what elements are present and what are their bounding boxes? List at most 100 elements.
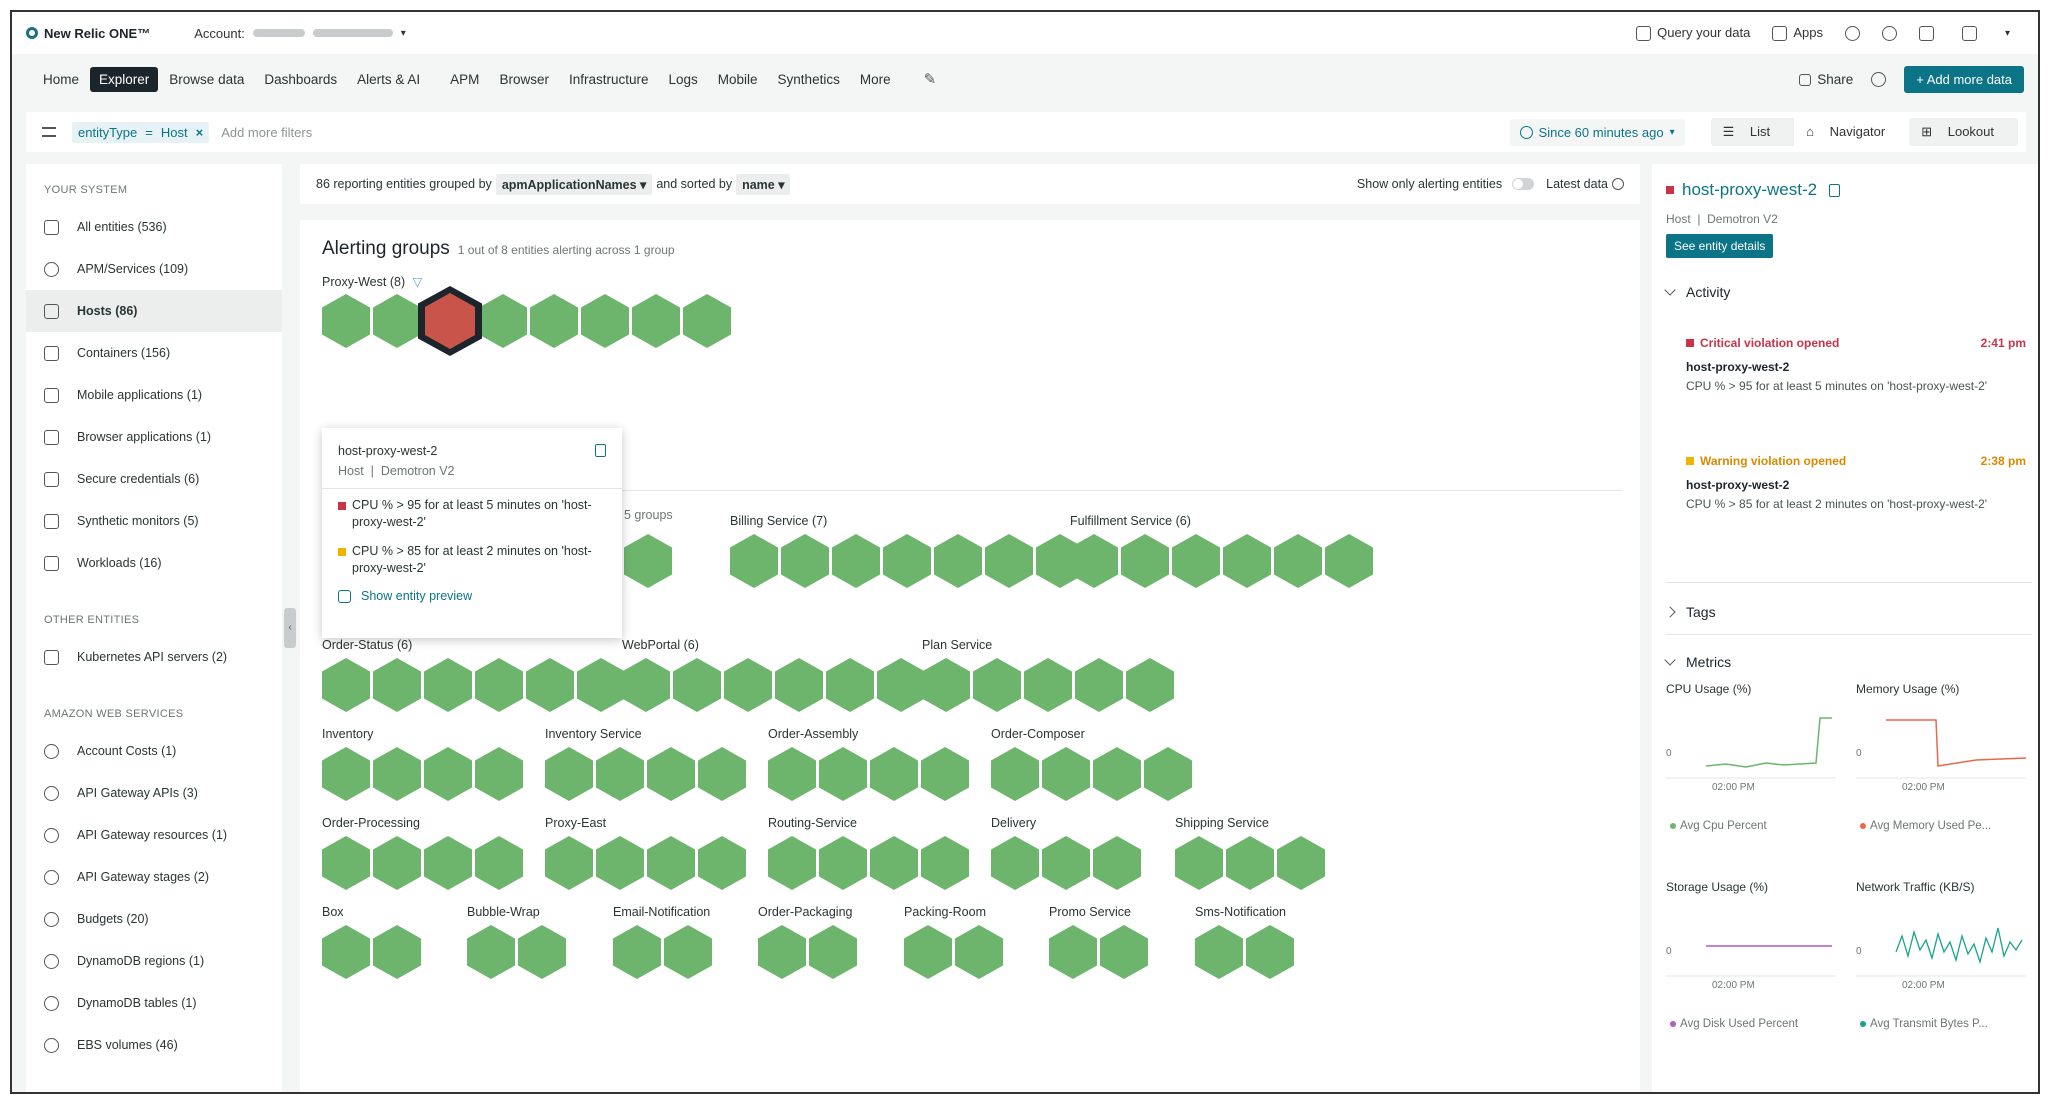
- group-label-proxy-east[interactable]: Proxy-East: [545, 816, 606, 830]
- entity-hex[interactable]: [467, 925, 515, 979]
- sidebar-item-api-gateway-apis[interactable]: API Gateway APIs (3): [26, 772, 282, 814]
- group-label-order-processing[interactable]: Order-Processing: [322, 816, 420, 830]
- view-list-button[interactable]: ☰ List: [1711, 118, 1795, 146]
- add-filter-input[interactable]: Add more filters: [221, 125, 312, 140]
- entity-hex[interactable]: [647, 747, 695, 801]
- entity-hex[interactable]: [883, 534, 931, 588]
- group-label-packing-room[interactable]: Packing-Room: [904, 905, 986, 919]
- entity-hex[interactable]: [647, 836, 695, 890]
- time-picker[interactable]: Since 60 minutes ago ▾: [1509, 118, 1685, 146]
- sidebar-item-all-entities[interactable]: All entities (536): [26, 206, 282, 248]
- alerting-toggle[interactable]: [1512, 178, 1535, 190]
- entity-hex[interactable]: [424, 747, 472, 801]
- entity-hex[interactable]: [1172, 534, 1220, 588]
- entity-hex[interactable]: [819, 836, 867, 890]
- entity-hex[interactable]: [373, 658, 421, 712]
- sidebar-item-mobile-applications[interactable]: Mobile applications (1): [26, 374, 282, 416]
- entity-hex[interactable]: [921, 747, 969, 801]
- nav-item-infrastructure[interactable]: Infrastructure: [560, 67, 658, 92]
- nav-item-mobile[interactable]: Mobile: [709, 67, 767, 92]
- sidebar-item-hosts[interactable]: Hosts (86): [26, 290, 282, 332]
- entity-hex[interactable]: [1075, 658, 1123, 712]
- entity-hex[interactable]: [904, 925, 952, 979]
- activity-item-warning[interactable]: Warning violation opened 2:38 pm host-pro…: [1686, 454, 2026, 513]
- sidebar-item-apm-services[interactable]: APM/Services (109): [26, 248, 282, 290]
- sidebar-item-synthetic-monitors[interactable]: Synthetic monitors (5): [26, 500, 282, 542]
- entity-hex[interactable]: [475, 658, 523, 712]
- entity-hex[interactable]: [870, 747, 918, 801]
- entity-hex[interactable]: [768, 836, 816, 890]
- sidebar-item-ebs-volumes[interactable]: EBS volumes (46): [26, 1024, 282, 1066]
- entity-hex[interactable]: [530, 294, 578, 348]
- entity-hex[interactable]: [1144, 747, 1192, 801]
- entity-hex[interactable]: [1093, 747, 1141, 801]
- sort-by-select[interactable]: name ▾: [736, 173, 791, 195]
- group-label-inventory-service[interactable]: Inventory Service: [545, 727, 642, 741]
- new-relic-logo[interactable]: New Relic ONE™: [26, 26, 150, 41]
- sidebar-item-browser-applications[interactable]: Browser applications (1): [26, 416, 282, 458]
- sidebar-item-dynamodb-regions[interactable]: DynamoDB regions (1): [26, 940, 282, 982]
- nav-item-home[interactable]: Home: [34, 67, 88, 92]
- group-label-order-composer[interactable]: Order-Composer: [991, 727, 1085, 741]
- entity-hex[interactable]: [322, 925, 370, 979]
- help-icon[interactable]: [1612, 178, 1624, 190]
- entity-hex[interactable]: [373, 747, 421, 801]
- entity-hex[interactable]: [870, 836, 918, 890]
- sidebar-item-kubernetes-api-servers[interactable]: Kubernetes API servers (2): [26, 636, 282, 678]
- group-label-bubble-wrap[interactable]: Bubble-Wrap: [467, 905, 540, 919]
- entity-hex[interactable]: [545, 747, 593, 801]
- entity-hex[interactable]: [1195, 925, 1243, 979]
- nav-item-alerts-ai[interactable]: Alerts & AI: [348, 67, 429, 92]
- entity-hex[interactable]: [322, 747, 370, 801]
- entity-hex[interactable]: [758, 925, 806, 979]
- group-label-routing-service[interactable]: Routing-Service: [768, 816, 857, 830]
- entity-hex[interactable]: [1274, 534, 1322, 588]
- entity-hex[interactable]: [622, 658, 670, 712]
- entity-hex[interactable]: [781, 534, 829, 588]
- entity-hex[interactable]: [664, 925, 712, 979]
- entity-hex[interactable]: [826, 658, 874, 712]
- sidebar-item-account-costs[interactable]: Account Costs (1): [26, 730, 282, 772]
- nav-item-browser[interactable]: Browser: [490, 67, 558, 92]
- entity-hex[interactable]: [934, 534, 982, 588]
- entity-hex[interactable]: [991, 836, 1039, 890]
- feedback-icon[interactable]: [1918, 25, 1934, 41]
- group-label-inventory[interactable]: Inventory: [322, 727, 373, 741]
- show-entity-preview-link[interactable]: Show entity preview: [322, 577, 622, 603]
- entity-hex[interactable]: [424, 836, 472, 890]
- entity-hex[interactable]: [819, 747, 867, 801]
- nav-item-apm[interactable]: APM: [441, 67, 488, 92]
- entity-hex[interactable]: [877, 658, 925, 712]
- search-icon[interactable]: [1844, 25, 1860, 41]
- entity-hex[interactable]: [624, 534, 672, 588]
- entity-hex[interactable]: [1325, 534, 1373, 588]
- group-by-select[interactable]: apmApplicationNames ▾: [495, 173, 653, 195]
- entity-hex[interactable]: [973, 658, 1021, 712]
- entity-hex[interactable]: [921, 836, 969, 890]
- entity-hex[interactable]: [1070, 534, 1118, 588]
- entity-hex[interactable]: [809, 925, 857, 979]
- group-label-fulfillment-service[interactable]: Fulfillment Service (6): [1070, 514, 1191, 528]
- entity-hex[interactable]: [526, 658, 574, 712]
- nav-item-explorer[interactable]: Explorer: [90, 66, 159, 92]
- group-label-promo-service[interactable]: Promo Service: [1049, 905, 1131, 919]
- proxy-west-group-label[interactable]: Proxy-West (8) ▽: [322, 274, 422, 289]
- nav-item-synthetics[interactable]: Synthetics: [769, 67, 849, 92]
- entity-hex[interactable]: [322, 658, 370, 712]
- entity-hex[interactable]: [991, 747, 1039, 801]
- sidebar-item-api-gateway-stages[interactable]: API Gateway stages (2): [26, 856, 282, 898]
- entity-hex[interactable]: [632, 294, 680, 348]
- memory-usage-chart[interactable]: Memory Usage (%) 0 02:00 PM Avg Memory U…: [1856, 682, 2036, 832]
- add-more-data-button[interactable]: + Add more data: [1904, 65, 2024, 93]
- entity-hex[interactable]: [1277, 836, 1325, 890]
- sidebar-item-secure-credentials[interactable]: Secure credentials (6): [26, 458, 282, 500]
- entity-hex[interactable]: [373, 294, 421, 348]
- entity-hex[interactable]: [322, 294, 370, 348]
- entity-hex[interactable]: [985, 534, 1033, 588]
- entity-hex[interactable]: [545, 836, 593, 890]
- sidebar-item-containers[interactable]: Containers (156): [26, 332, 282, 374]
- nav-item-browse-data[interactable]: Browse data: [160, 67, 253, 92]
- entity-hex[interactable]: [479, 294, 527, 348]
- group-label-order-packaging[interactable]: Order-Packaging: [758, 905, 853, 919]
- entity-hex[interactable]: [596, 836, 644, 890]
